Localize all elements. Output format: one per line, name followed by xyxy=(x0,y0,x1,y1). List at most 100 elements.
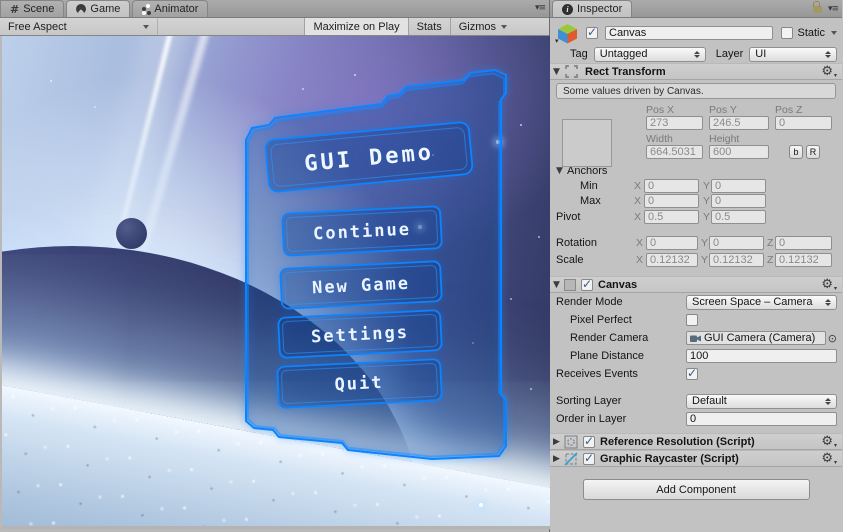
receives-events-row: Receives Events xyxy=(550,365,842,383)
inspector-menu-icon[interactable]: ▾≡ xyxy=(828,4,839,14)
render-mode-row: Render Mode Screen Space – Camera xyxy=(550,293,842,311)
receives-events-label: Receives Events xyxy=(556,368,638,380)
tab-scene[interactable]: # Scene xyxy=(0,0,65,17)
new-game-button[interactable]: New Game xyxy=(279,260,443,310)
settings-button[interactable]: Settings xyxy=(277,309,443,359)
aspect-dropdown[interactable]: Free Aspect xyxy=(0,18,158,35)
scale-x-field[interactable]: 0.12132 xyxy=(646,252,698,267)
min-label: Min xyxy=(580,179,598,192)
render-mode-dropdown[interactable]: Screen Space – Camera xyxy=(686,294,837,310)
pos-x-label: Pos X xyxy=(646,103,675,116)
x-axis-label: X xyxy=(636,236,644,249)
min-x-field[interactable]: 0 xyxy=(644,178,699,193)
chevron-down-icon xyxy=(501,24,507,29)
pixel-perfect-label: Pixel Perfect xyxy=(570,314,632,326)
gameobject-cube-icon[interactable]: ▾ xyxy=(555,22,579,45)
rotation-label: Rotation xyxy=(556,236,597,249)
rect-transform-icon xyxy=(565,65,578,78)
game-pane-tabbar: # Scene Game Animator ▾≡ xyxy=(0,0,549,18)
tab-game[interactable]: Game xyxy=(66,0,131,17)
pivot-x-field[interactable]: 0.5 xyxy=(644,209,699,224)
pos-y-field[interactable]: 246.5 xyxy=(709,116,769,130)
tag-value: Untagged xyxy=(599,48,648,60)
scale-y-field[interactable]: 0.12132 xyxy=(709,252,764,267)
gameobject-name-field[interactable]: Canvas xyxy=(605,26,774,40)
pivot-y-field[interactable]: 0.5 xyxy=(711,209,766,224)
tag-dropdown[interactable]: Untagged xyxy=(593,46,706,62)
static-checkbox[interactable] xyxy=(781,27,794,39)
reference-resolution-checkbox[interactable] xyxy=(583,434,595,448)
rotation-z-field[interactable]: 0 xyxy=(775,235,832,250)
tab-inspector[interactable]: i Inspector xyxy=(552,0,633,17)
popup-arrows-icon xyxy=(693,50,700,58)
y-axis-label: Y xyxy=(703,194,711,207)
sorting-layer-dropdown[interactable]: Default xyxy=(686,393,837,409)
continue-button[interactable]: Continue xyxy=(281,205,443,257)
plane-distance-field[interactable]: 100 xyxy=(686,349,837,363)
gear-icon[interactable]: ⚙ ▾ xyxy=(821,277,837,292)
canvas-enabled-checkbox[interactable] xyxy=(581,277,593,291)
pos-x-field[interactable]: 273 xyxy=(646,116,703,130)
canvas-component-title: Canvas xyxy=(598,278,638,291)
object-picker-icon[interactable]: ⊙ xyxy=(828,332,837,345)
static-label: Static xyxy=(797,27,825,39)
plane-distance-row: Plane Distance 100 xyxy=(550,347,842,365)
quit-button[interactable]: Quit xyxy=(276,358,443,409)
reference-resolution-title: Reference Resolution (Script) xyxy=(600,435,755,448)
popup-arrows-icon xyxy=(825,298,831,306)
stats-button[interactable]: Stats xyxy=(407,18,450,35)
lock-icon[interactable] xyxy=(812,0,822,13)
foldout-open-icon[interactable]: ▼ xyxy=(553,280,564,290)
tab-animator[interactable]: Animator xyxy=(132,0,209,17)
game-unity-icon xyxy=(76,4,87,14)
raw-edit-mode-button[interactable]: R xyxy=(806,145,820,159)
order-in-layer-field[interactable]: 0 xyxy=(686,412,837,426)
scale-z-field[interactable]: 0.12132 xyxy=(775,252,832,267)
add-component-button[interactable]: Add Component xyxy=(582,479,810,500)
pane-menu-icon[interactable]: ▾≡ xyxy=(535,3,546,13)
max-y-field[interactable]: 0 xyxy=(711,193,766,208)
order-in-layer-label: Order in Layer xyxy=(556,413,627,425)
width-field[interactable]: 664.5031 xyxy=(646,145,703,159)
static-dropdown-icon[interactable] xyxy=(831,31,837,35)
sorting-layer-value: Default xyxy=(692,395,727,407)
rotation-y-field[interactable]: 0 xyxy=(709,235,764,250)
max-x-field[interactable]: 0 xyxy=(644,193,699,208)
min-y-field[interactable]: 0 xyxy=(711,178,766,193)
gear-icon[interactable]: ⚙ ▾ xyxy=(821,451,837,466)
tab-inspector-label: Inspector xyxy=(577,3,623,15)
active-checkbox[interactable] xyxy=(586,25,598,39)
inspector-info-icon: i xyxy=(562,3,573,15)
layer-dropdown[interactable]: UI xyxy=(749,46,837,62)
graphic-raycaster-checkbox[interactable] xyxy=(583,451,595,465)
foldout-open-icon: ▼ xyxy=(556,165,563,176)
sci-fi-menu-panel: GUI Demo Continue New Game Settings Quit xyxy=(245,68,507,461)
foldout-closed-icon[interactable]: ▶ xyxy=(553,454,564,464)
render-mode-value: Screen Space – Camera xyxy=(692,296,813,308)
height-field[interactable]: 600 xyxy=(709,145,769,159)
scene-grid-icon: # xyxy=(10,2,20,16)
gear-icon[interactable]: ⚙ ▾ xyxy=(821,434,837,449)
gear-icon[interactable]: ⚙ ▾ xyxy=(821,64,837,79)
pos-z-field[interactable]: 0 xyxy=(775,116,832,130)
blueprint-mode-button[interactable]: b xyxy=(789,145,803,159)
gizmos-dropdown[interactable]: Gizmos xyxy=(449,18,515,35)
game-toolbar: Free Aspect Maximize on Play Stats Gizmo… xyxy=(0,18,549,36)
reference-resolution-icon xyxy=(564,434,578,449)
driven-values-infobox: Some values driven by Canvas. xyxy=(556,83,836,99)
anchor-preview-box[interactable] xyxy=(562,119,612,167)
render-camera-object-field[interactable]: GUI Camera (Camera) xyxy=(686,331,826,345)
receives-events-checkbox[interactable] xyxy=(686,366,698,380)
foldout-open-icon[interactable]: ▼ xyxy=(553,67,564,77)
rotation-x-field[interactable]: 0 xyxy=(646,235,698,250)
rect-transform-title: Rect Transform xyxy=(585,65,666,78)
rect-transform-fields: Pos X Pos Y Pos Z 273 246.5 0 Width Heig… xyxy=(550,103,842,167)
plane-distance-label: Plane Distance xyxy=(570,350,644,362)
pixel-perfect-checkbox[interactable] xyxy=(686,314,698,326)
gizmos-label: Gizmos xyxy=(458,20,496,33)
maximize-on-play-button[interactable]: Maximize on Play xyxy=(304,18,408,35)
y-axis-label: Y xyxy=(701,236,709,249)
foldout-closed-icon[interactable]: ▶ xyxy=(553,437,564,447)
render-camera-row: Render Camera GUI Camera (Camera) ⊙ xyxy=(550,329,842,347)
y-axis-label: Y xyxy=(701,253,709,266)
